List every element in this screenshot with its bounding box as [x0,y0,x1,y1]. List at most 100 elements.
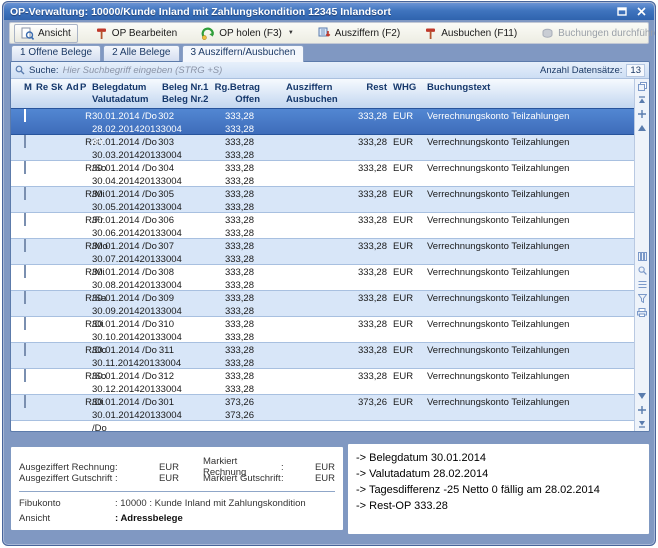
row-checkbox[interactable] [24,239,26,252]
col-rg-betrag: Rg.BetragOffen [214,79,260,106]
cell-whg: EUR [387,109,415,149]
columns-icon[interactable] [637,251,647,261]
view-icon [21,27,34,40]
cell-betrag: 333,28 [174,162,254,175]
col-p: P [80,79,92,94]
nav-up-icon[interactable] [637,109,647,119]
cell-betrag: 333,28 [174,292,254,305]
table-row[interactable]: R 30.01.2014 /Do311 30.11.2014 /So201330… [11,343,634,369]
cell-rest: 333,28 [353,109,387,149]
cell-text: Verrechnungskonto Teilzahlungen [415,109,634,149]
col-belegdatum: BelegdatumValutadatum [92,79,162,106]
cell-nr1: 304 [158,162,174,175]
info-belegdatum: -> Belegdatum 30.01.2014 [356,450,641,466]
print-icon[interactable] [637,307,647,317]
row-checkbox[interactable] [24,213,26,226]
cell-belegdatum: 30.01.2014 /Do [92,344,157,357]
cell-offen: 373,26 [174,409,254,422]
cell-belegdatum: 30.01.2014 /Do [92,370,157,383]
cell-belegdatum: 30.01.2014 /Do [92,110,157,123]
cell-belegdatum: 30.01.2014 /Do [92,396,157,409]
close-icon[interactable] [635,6,648,18]
hammer-icon [424,27,437,40]
filter-icon[interactable] [637,293,647,303]
row-checkbox[interactable] [24,317,26,330]
col-ausziffern: AusziffernAusbuchen [260,79,355,106]
ausziffern-icon [318,27,331,40]
tab-offene-belege[interactable]: 1 Offene Belege [11,45,101,61]
ansicht-row-value: : Adressbelege [115,513,335,524]
step-up-icon[interactable] [637,123,647,133]
cell-nr1: 311 [159,344,174,357]
row-checkbox[interactable] [24,161,26,174]
table-row[interactable]: R 30.01.2014 /Do310 30.10.2014 /Do201330… [11,317,634,343]
panel-divider [19,491,335,492]
cell-belegdatum: 30.01.2014 /Do [92,318,157,331]
cell-nr1: 308 [158,266,174,279]
row-checkbox[interactable] [24,395,26,408]
col-m: M [24,79,36,94]
ausbuchen-button[interactable]: Ausbuchen (F11) [417,24,524,43]
col-re: Re [36,79,51,94]
cell-nr1: 301 [158,396,174,409]
table-row[interactable]: R 30.01.2014 /Do308 30.08.2014 /Sa201330… [11,265,634,291]
table-row[interactable]: R 30.01.2014 /Do301 30.01.2014 /Do201330… [11,395,634,421]
op-bearbeiten-label: OP Bearbeiten [112,28,177,39]
op-bearbeiten-button[interactable]: OP Bearbeiten [88,24,184,43]
cell-sk [51,109,66,149]
ansicht-button[interactable]: Ansicht [14,24,78,43]
search-input[interactable]: Hier Suchbegriff eingeben (STRG +S) [63,65,536,76]
search-label: Suche: [29,65,59,76]
row-checkbox[interactable] [24,343,26,356]
table-row[interactable]: R 30.01.2014 /Do304 30.04.2014 /Mi201330… [11,161,634,187]
cell-whg: EUR [387,395,415,432]
search-icon[interactable] [637,265,647,275]
op-holen-button[interactable]: OP holen (F3) ▼ [194,24,301,43]
col-whg: WHG [387,79,415,94]
scroll-bottom-icon[interactable] [637,419,647,429]
ansicht-label: Ansicht [38,28,71,39]
copy-icon[interactable] [637,81,647,91]
cell-sk [51,395,66,432]
ausgeziffert-rechnung-label: Ausgeziffert Rechnung [19,462,115,473]
cell-p: R [80,395,92,432]
table-row[interactable]: R 30.01.2014 /Do309 30.09.2014 /Di201330… [11,291,634,317]
tab-ausziffern-ausbuchen[interactable]: 3 Ausziffern/Ausbuchen [182,45,305,62]
row-checkbox[interactable] [24,265,26,278]
table-row[interactable]: R 30.01.2014 /Do307 30.07.2014 /Mi201330… [11,239,634,265]
cell-belegdatum: 30.01.2014 /Do [92,162,157,175]
cell-belegdatum: 30.01.2014 /Do [92,292,157,305]
table-header: M Re Sk Ad P BelegdatumValutadatum Beleg… [11,79,634,109]
cell-betrag: 333,28 [174,110,254,123]
scroll-top-icon[interactable] [637,95,647,105]
nav-down-icon[interactable] [637,405,647,415]
row-checkbox[interactable] [24,187,26,200]
search-icon [15,65,25,75]
table-row[interactable]: R 30.01.2014 /Do306 30.06.2014 /Mo201330… [11,213,634,239]
table-row[interactable]: R 30.01.2014 /Do302 28.02.2014 /Fr201330… [11,108,634,135]
record-count-value: 13 [626,64,645,77]
step-down-icon[interactable] [637,391,647,401]
cell-betrag: 333,28 [174,370,254,383]
cell-nr1: 302 [158,110,174,123]
restore-icon[interactable] [615,6,628,18]
cell-ausziffern [258,395,353,432]
search-bar[interactable]: Suche: Hier Suchbegriff eingeben (STRG +… [11,62,649,79]
buchungen-durchfuehren-button: Buchungen durchführen (F10) [534,24,656,43]
cell-nr1: 305 [158,188,174,201]
ausgeziffert-gutschrift-value: EUR [121,473,179,484]
row-checkbox[interactable] [24,109,26,122]
row-checkbox[interactable] [24,291,26,304]
info-valutadatum: -> Valutadatum 28.02.2014 [356,466,641,482]
table-row[interactable]: R 30.01.2014 /Do312 30.12.2014 /Di201330… [11,369,634,395]
toolbar: Ansicht OP Bearbeiten OP holen (F3) ▼ Au… [9,22,649,44]
tab-alle-belege[interactable]: 2 Alle Belege [103,45,179,61]
ansicht-row-label: Ansicht [19,513,115,524]
chevron-down-icon[interactable]: ▼ [288,30,294,36]
list-icon[interactable] [637,279,647,289]
info-rest-op: -> Rest-OP 333.28 [356,498,641,514]
ausziffern-button[interactable]: Ausziffern (F2) [311,24,407,43]
row-checkbox[interactable] [24,369,26,382]
ausziffern-label: Ausziffern (F2) [335,28,400,39]
table-row[interactable]: R 30.01.2014 /Do305 30.05.2014 /Fr201330… [11,187,634,213]
